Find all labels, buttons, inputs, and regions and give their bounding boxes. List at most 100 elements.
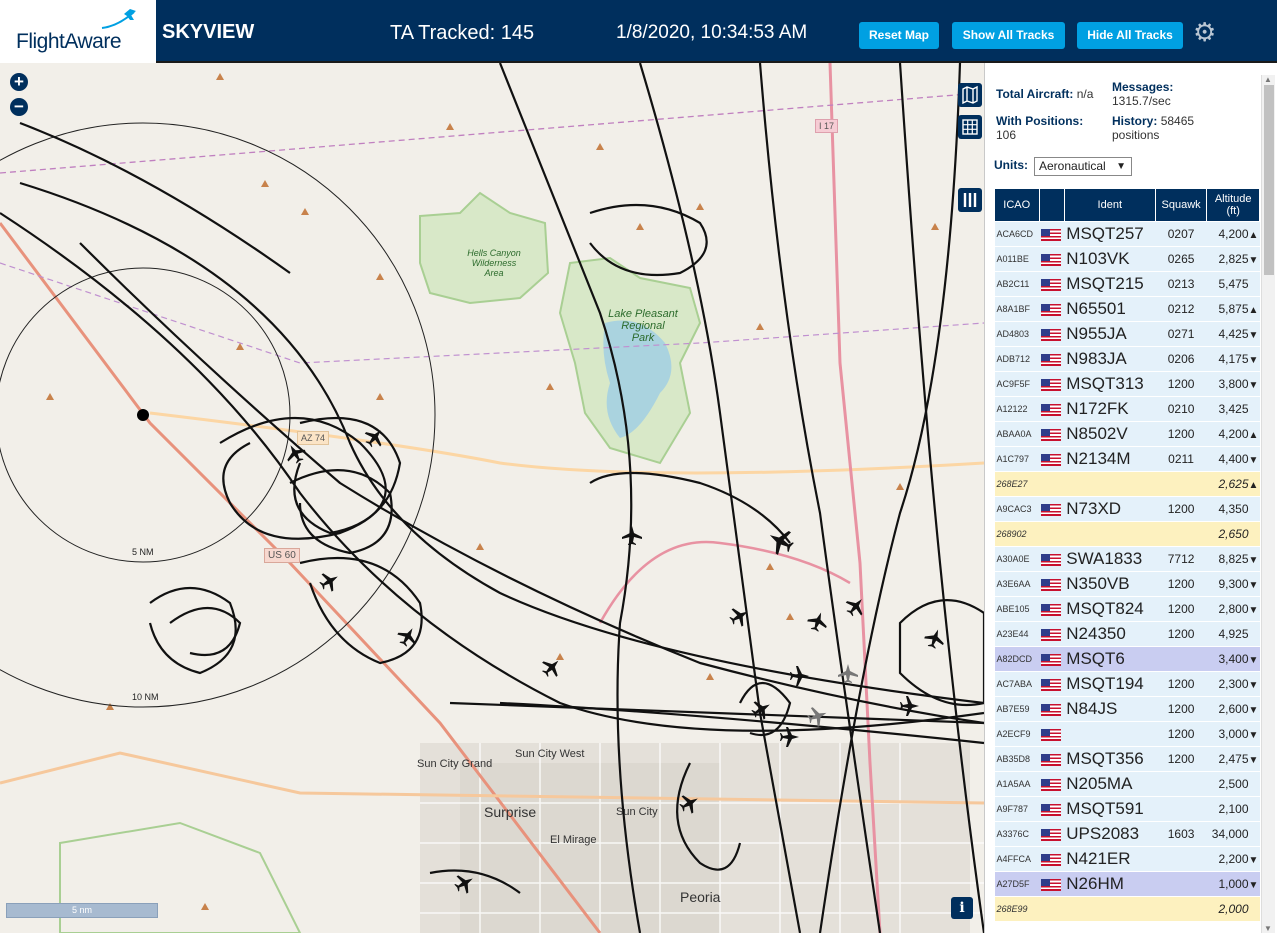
flag-cell [1039, 371, 1065, 397]
sidebar-scrollbar[interactable]: ▲ ▼ [1261, 75, 1275, 933]
table-row[interactable]: AB7E59 N84JS 1200 2,600▼ [994, 696, 1260, 722]
grid-icon[interactable] [958, 115, 982, 139]
table-row[interactable]: A23E44 N24350 1200 4,925 [994, 621, 1260, 647]
squawk-cell: 1200 [1155, 596, 1207, 622]
columns-icon[interactable] [958, 188, 982, 212]
place-label: Sun City [616, 806, 658, 818]
history-stat: History: 58465 positions [1112, 114, 1217, 142]
squawk-cell: 1200 [1155, 621, 1207, 647]
altitude-trend-icon: ▼ [1248, 380, 1259, 391]
units-select[interactable]: Aeronautical ▼ [1034, 157, 1132, 176]
table-row[interactable]: A1C797 N2134M 0211 4,400▼ [994, 446, 1260, 472]
table-row[interactable]: ACA6CD MSQT257 0207 4,200▲ [994, 221, 1260, 247]
altitude-trend-icon: ▼ [1248, 855, 1259, 866]
table-row[interactable]: ABAA0A N8502V 1200 4,200▲ [994, 421, 1260, 447]
table-row[interactable]: A2ECF9 1200 3,000▼ [994, 721, 1260, 747]
table-row[interactable]: A30A0E SWA1833 7712 8,825▼ [994, 546, 1260, 572]
place-label: Surprise [484, 804, 537, 820]
altitude-cell: 3,400▼ [1206, 646, 1260, 672]
table-row[interactable]: AB2C11 MSQT215 0213 5,475 [994, 271, 1260, 297]
squawk-cell [1155, 521, 1207, 547]
table-row[interactable]: A27D5F N26HM 1,000▼ [994, 871, 1260, 897]
table-row[interactable]: 268E27 2,625▲ [994, 471, 1260, 497]
icao-cell: A12122 [994, 396, 1039, 422]
info-icon[interactable]: i [951, 897, 973, 919]
place-label: Sun City West [515, 748, 585, 760]
table-row[interactable]: 268902 2,650 [994, 521, 1260, 547]
col-squawk[interactable]: Squawk [1154, 188, 1208, 222]
table-row[interactable]: ABE105 MSQT824 1200 2,800▼ [994, 596, 1260, 622]
altitude-value: 3,800 [1218, 377, 1249, 391]
place-label: Lake Pleasant Regional Park [608, 308, 678, 344]
flag-cell [1039, 846, 1065, 872]
us-flag-icon [1041, 503, 1061, 516]
altitude-cell: 9,300▼ [1206, 571, 1260, 597]
map-view[interactable]: Hells Canyon Wilderness Area Lake Pleasa… [0, 63, 984, 933]
col-icao[interactable]: ICAO [994, 188, 1040, 222]
table-row[interactable]: AC9F5F MSQT313 1200 3,800▼ [994, 371, 1260, 397]
squawk-cell: 1200 [1155, 671, 1207, 697]
ident-cell: MSQT215 [1064, 271, 1156, 297]
altitude-value: 2,625 [1218, 477, 1249, 491]
scroll-up-icon[interactable]: ▲ [1264, 75, 1272, 84]
table-row[interactable]: A3376C UPS2083 1603 34,000 [994, 821, 1260, 847]
col-altitude[interactable]: Altitude (ft) [1206, 188, 1260, 222]
flag-cell [1039, 721, 1065, 747]
map-layers-icon[interactable] [958, 83, 982, 107]
col-ident[interactable]: Ident [1063, 188, 1156, 222]
table-row[interactable]: A8A1BF N65501 0212 5,875▲ [994, 296, 1260, 322]
flightaware-logo[interactable]: FlightAware [0, 0, 156, 63]
zoom-out-button[interactable]: − [10, 98, 28, 116]
icao-cell: A23E44 [994, 621, 1039, 647]
reset-map-button[interactable]: Reset Map [859, 22, 939, 49]
table-row[interactable]: A3E6AA N350VB 1200 9,300▼ [994, 571, 1260, 597]
table-row[interactable]: AC7ABA MSQT194 1200 2,300▼ [994, 671, 1260, 697]
squawk-cell: 0210 [1155, 396, 1207, 422]
scrollbar-thumb[interactable] [1264, 85, 1274, 275]
scroll-down-icon[interactable]: ▼ [1264, 924, 1272, 933]
ident-cell: N84JS [1064, 696, 1156, 722]
altitude-value: 3,000 [1218, 727, 1249, 741]
table-row[interactable]: AD4803 N955JA 0271 4,425▼ [994, 321, 1260, 347]
altitude-cell: 4,425▼ [1206, 321, 1260, 347]
map-canvas[interactable] [0, 63, 984, 933]
tracked-count: TA Tracked: 145 [390, 22, 535, 44]
table-row[interactable]: A82DCD MSQT6 3,400▼ [994, 646, 1260, 672]
chevron-down-icon: ▼ [1116, 161, 1126, 172]
table-row[interactable]: A12122 N172FK 0210 3,425 [994, 396, 1260, 422]
altitude-cell: 2,650 [1206, 521, 1260, 547]
altitude-cell: 5,875▲ [1206, 296, 1260, 322]
altitude-trend-icon: ▼ [1248, 255, 1259, 266]
gear-icon[interactable]: ⚙ [1193, 19, 1216, 45]
table-row[interactable]: A011BE N103VK 0265 2,825▼ [994, 246, 1260, 272]
table-row[interactable]: A1A5AA N205MA 2,500 [994, 771, 1260, 797]
us-flag-icon [1041, 728, 1061, 741]
flag-cell [1039, 771, 1065, 797]
table-row[interactable]: 268E99 2,000 [994, 896, 1260, 922]
ident-cell: N205MA [1064, 771, 1156, 797]
altitude-value: 2,475 [1218, 752, 1249, 766]
us-flag-icon [1041, 578, 1061, 591]
altitude-trend-icon: ▼ [1248, 455, 1259, 466]
altitude-value: 4,175 [1218, 352, 1249, 366]
table-row[interactable]: A4FFCA N421ER 2,200▼ [994, 846, 1260, 872]
messages-stat: Messages: 1315.7/sec [1112, 80, 1252, 108]
icao-cell: A4FFCA [994, 846, 1039, 872]
zoom-in-button[interactable]: + [10, 73, 28, 91]
road-shield: AZ 74 [297, 431, 330, 445]
icao-cell: A1C797 [994, 446, 1039, 472]
road-shield: US 60 [264, 548, 300, 563]
table-row[interactable]: ADB712 N983JA 0206 4,175▼ [994, 346, 1260, 372]
icao-cell: A9F787 [994, 796, 1039, 822]
show-all-tracks-button[interactable]: Show All Tracks [952, 22, 1065, 49]
flag-cell [1039, 621, 1065, 647]
table-row[interactable]: AB35D8 MSQT356 1200 2,475▼ [994, 746, 1260, 772]
hide-all-tracks-button[interactable]: Hide All Tracks [1077, 22, 1183, 49]
altitude-cell: 4,925 [1206, 621, 1260, 647]
col-flag[interactable] [1038, 188, 1065, 222]
icao-cell: AD4803 [994, 321, 1039, 347]
altitude-trend-icon: ▼ [1248, 730, 1259, 741]
table-row[interactable]: A9F787 MSQT591 2,100 [994, 796, 1260, 822]
ident-cell: N65501 [1064, 296, 1156, 322]
table-row[interactable]: A9CAC3 N73XD 1200 4,350 [994, 496, 1260, 522]
